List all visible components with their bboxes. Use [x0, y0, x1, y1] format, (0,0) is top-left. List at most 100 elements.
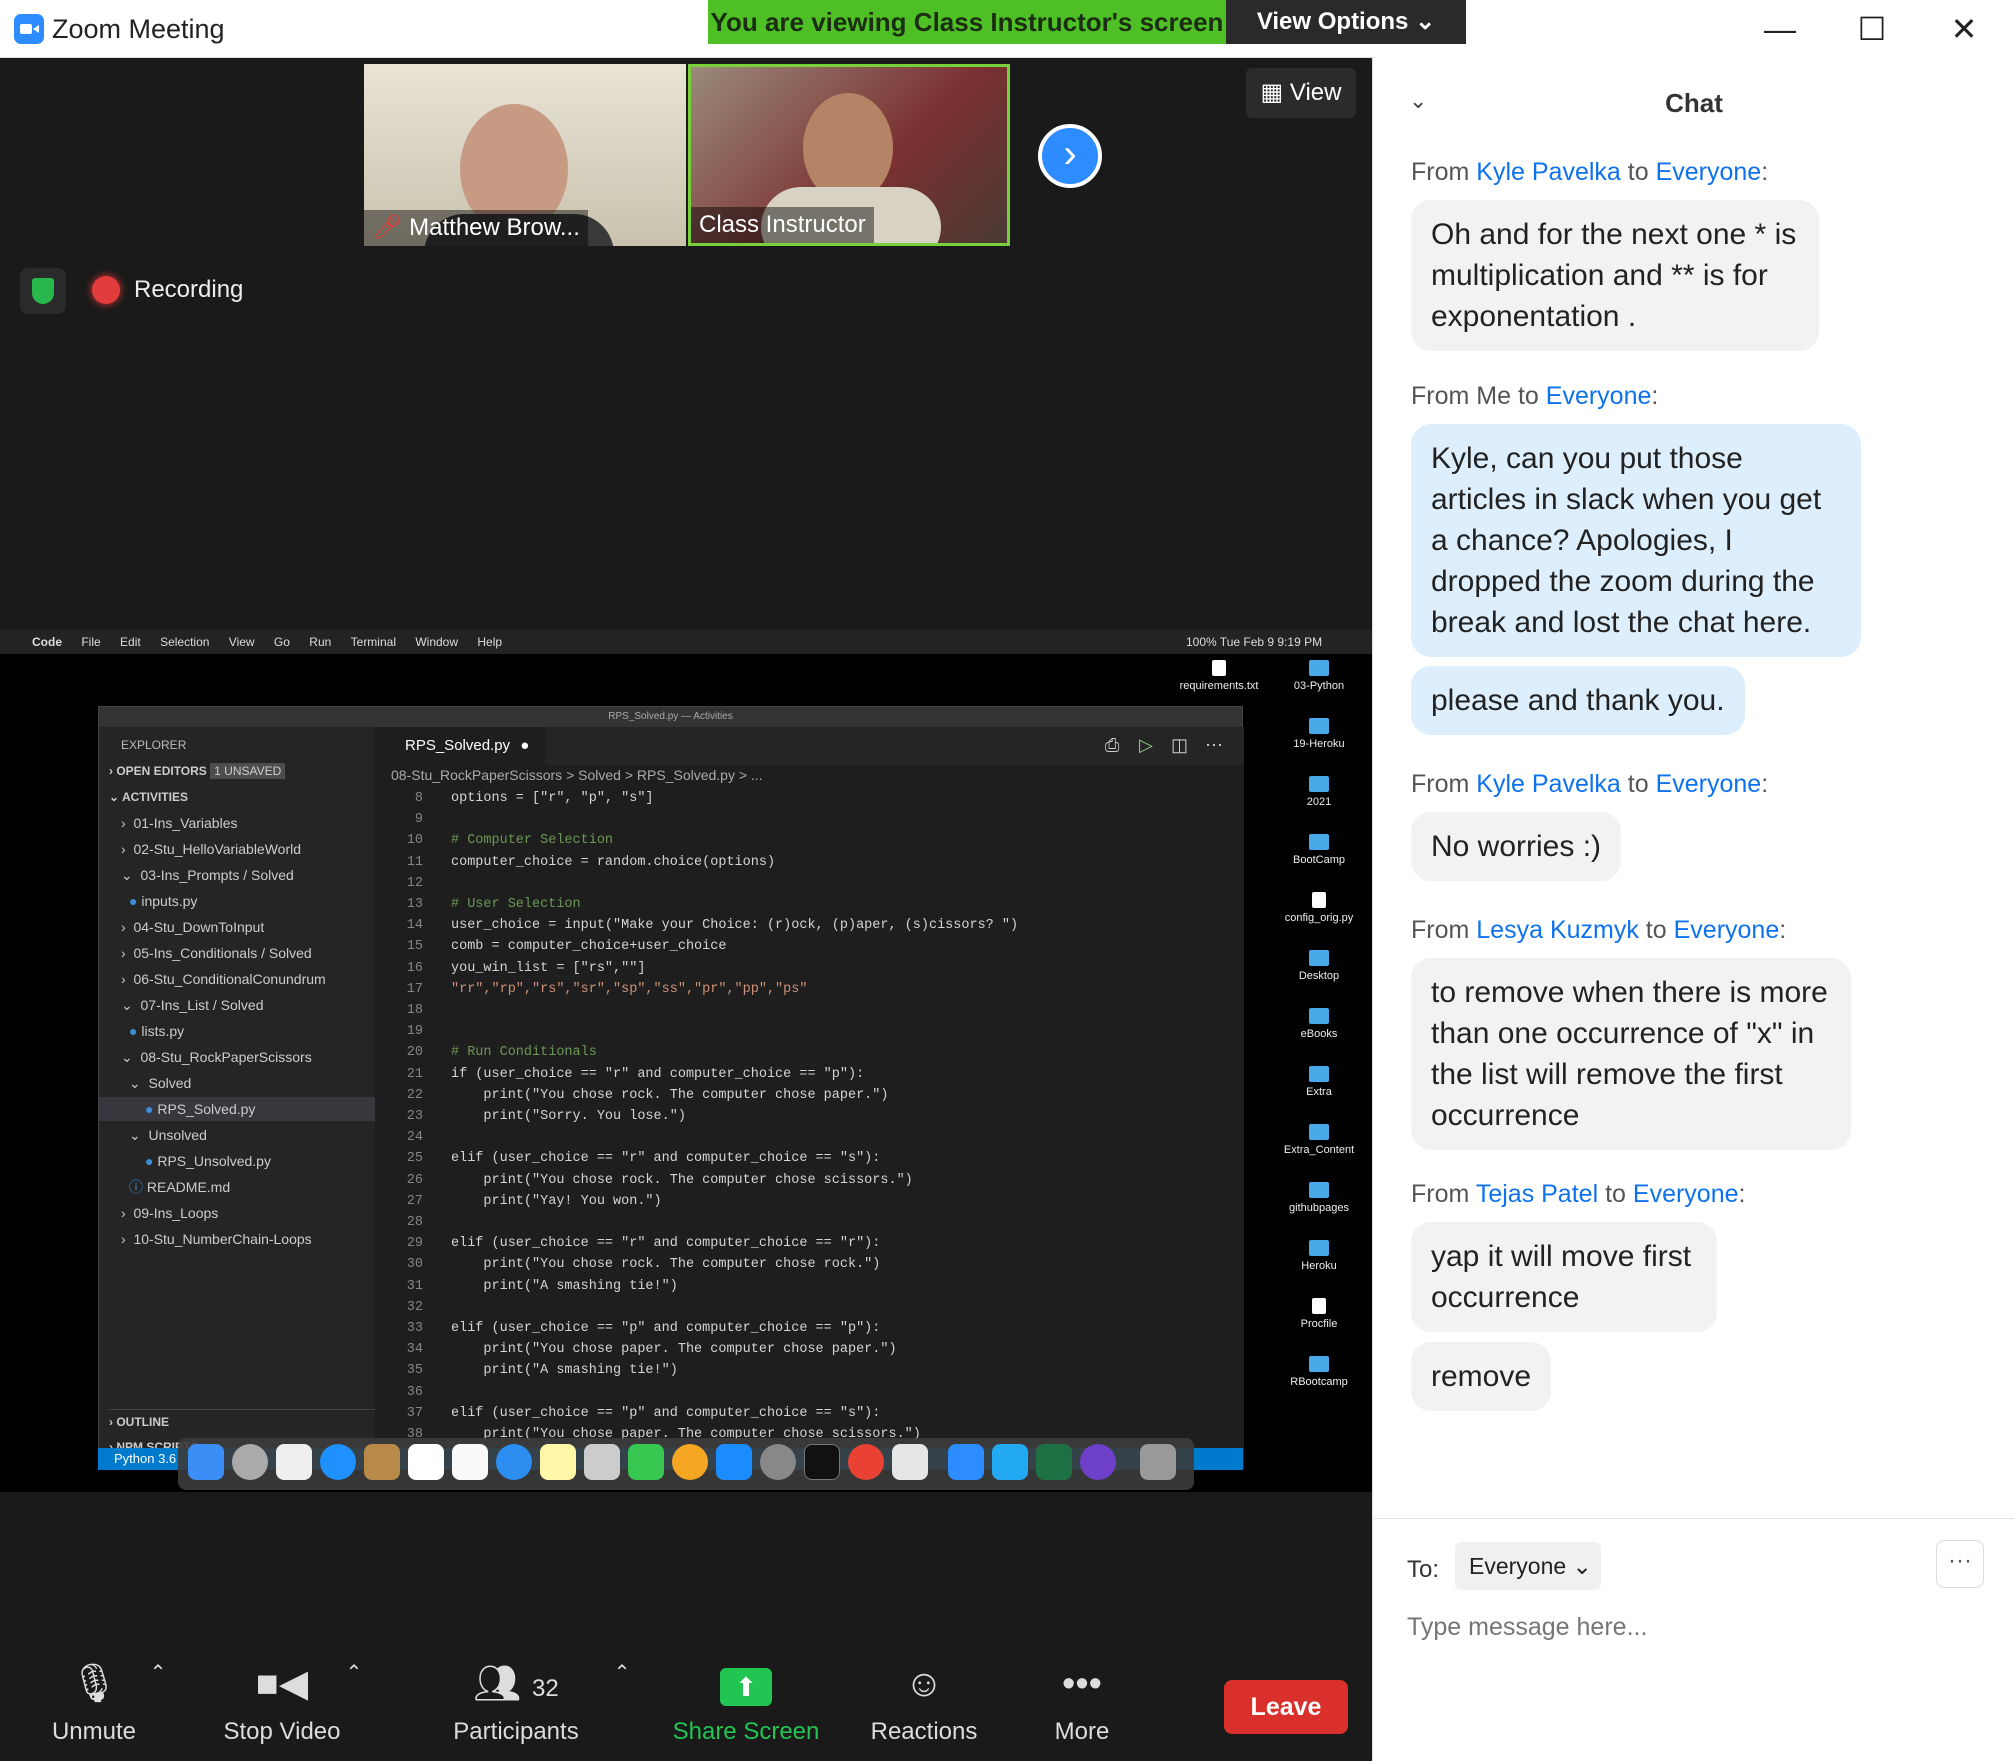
leave-button[interactable]: Leave: [1224, 1680, 1348, 1734]
menu-item: Go: [273, 635, 290, 649]
activities-section[interactable]: ⌄ ACTIVITIES: [109, 785, 188, 809]
line-number: 37: [406, 1405, 423, 1421]
recipient-name[interactable]: Everyone: [1656, 158, 1762, 186]
outline-section[interactable]: › OUTLINE: [109, 1409, 385, 1433]
tree-item[interactable]: › 01-Ins_Variables: [121, 811, 237, 835]
run-icon[interactable]: ▷: [1139, 735, 1153, 756]
participants-button[interactable]: 👥︎ 32 Participants: [446, 1660, 586, 1746]
tree-item[interactable]: ⌄ 03-Ins_Prompts / Solved: [121, 863, 294, 887]
tree-item[interactable]: › 05-Ins_Conditionals / Solved: [121, 941, 312, 965]
tree-file[interactable]: ● lists.py: [129, 1019, 184, 1043]
to-label: To:: [1407, 1556, 1440, 1583]
explorer-panel: EXPLORER › OPEN EDITORS 1 UNSAVED ⌄ ACTI…: [99, 727, 385, 1469]
video-camera-icon: ■◀: [255, 1663, 309, 1705]
tree-item[interactable]: › 06-Stu_ConditionalConundrum: [121, 967, 326, 991]
sender-name[interactable]: Lesya Kuzmyk: [1476, 916, 1639, 944]
editor-tab-bar: RPS_Solved.py ● ⎙ ▷ ◫ ⋯: [375, 727, 1244, 765]
recipient-name[interactable]: Everyone: [1656, 770, 1762, 798]
chat-message-own: please and thank you.: [1411, 666, 1745, 735]
unsaved-badge: 1 UNSAVED: [210, 763, 286, 779]
more-actions-icon[interactable]: ⋯: [1205, 735, 1223, 756]
sender-name[interactable]: Tejas Patel: [1476, 1180, 1598, 1208]
more-button[interactable]: ••• More: [1032, 1660, 1132, 1746]
print-icon[interactable]: ⎙: [1105, 735, 1119, 756]
next-page-icon[interactable]: ›: [1038, 124, 1102, 188]
line-number: 31: [406, 1278, 423, 1294]
tree-item[interactable]: › 02-Stu_HelloVariableWorld: [121, 837, 301, 861]
recipient-name[interactable]: Everyone: [1546, 382, 1652, 410]
tree-file[interactable]: ● inputs.py: [129, 889, 197, 913]
desktop-file-icon: config_orig.py: [1274, 892, 1364, 924]
zoom-window: Zoom Meeting — ☐ ✕ You are viewing Class…: [0, 0, 2014, 1761]
tree-file-selected[interactable]: ● RPS_Solved.py: [99, 1097, 375, 1121]
tree-file[interactable]: ● RPS_Unsolved.py: [145, 1149, 271, 1173]
chat-message: yap it will move first occurrence: [1411, 1222, 1717, 1332]
participants-options-caret[interactable]: ⌃: [612, 1660, 632, 1685]
tree-item[interactable]: ⌄ Unsolved: [129, 1123, 207, 1147]
divider: [1373, 1518, 2014, 1519]
reactions-label: Reactions: [870, 1718, 978, 1745]
code-line: elif (user_choice == "r" and computer_ch…: [451, 1151, 881, 1167]
tree-item[interactable]: › 09-Ins_Loops: [121, 1201, 218, 1225]
recipient-name[interactable]: Everyone: [1633, 1180, 1739, 1208]
audio-options-caret[interactable]: ⌃: [148, 1660, 168, 1685]
participant-tile[interactable]: 🎤︎ Matthew Brow...: [364, 64, 686, 246]
unmute-button[interactable]: 🎙︎ Unmute: [42, 1660, 146, 1746]
tree-item[interactable]: ⌄ Solved: [129, 1071, 191, 1095]
desktop-folder-icon: RBootcamp: [1274, 1356, 1364, 1388]
line-number: 22: [406, 1087, 423, 1103]
code-line: print("A smashing tie!"): [451, 1363, 678, 1379]
share-screen-button[interactable]: ⬆ Share Screen: [664, 1660, 828, 1746]
recipient-select[interactable]: Everyone ⌄: [1455, 1542, 1601, 1590]
maximize-button[interactable]: ☐: [1842, 8, 1902, 50]
chat-more-icon[interactable]: ···: [1936, 1540, 1984, 1588]
participant-name-bar: 🎤︎ Matthew Brow...: [364, 210, 588, 246]
code-line: print("You chose paper. The computer cho…: [451, 1342, 897, 1358]
editor-tab[interactable]: RPS_Solved.py ●: [375, 727, 545, 765]
line-number: 29: [406, 1236, 423, 1252]
tree-item[interactable]: ⌄ 07-Ins_List / Solved: [121, 993, 263, 1017]
sender-name[interactable]: Kyle Pavelka: [1476, 770, 1621, 798]
code-line: print("Yay! You won."): [451, 1193, 662, 1209]
line-number: 34: [406, 1342, 423, 1358]
participant-tile-active-speaker[interactable]: Class Instructor: [688, 64, 1010, 246]
participants-count: 32: [532, 1675, 559, 1702]
tree-item[interactable]: ⌄ 08-Stu_RockPaperScissors: [121, 1045, 312, 1069]
recording-icon: [92, 276, 120, 304]
video-options-caret[interactable]: ⌃: [344, 1660, 364, 1685]
code-line: elif (user_choice == "p" and computer_ch…: [451, 1405, 881, 1421]
tree-file[interactable]: ⓘ README.md: [129, 1175, 230, 1199]
stop-video-button[interactable]: ■◀ Stop Video: [212, 1660, 352, 1746]
explorer-header: EXPLORER: [121, 738, 187, 752]
video-area: 🎤︎ Matthew Brow... Class Instructor › ▦ …: [0, 58, 1372, 1652]
tree-item[interactable]: › 04-Stu_DownToInput: [121, 915, 264, 939]
split-editor-icon[interactable]: ◫: [1171, 735, 1188, 756]
code-editor[interactable]: RPS_Solved.py ● ⎙ ▷ ◫ ⋯ 08-Stu_RockPaper…: [375, 727, 1244, 1469]
sender-name: Me: [1476, 382, 1512, 410]
line-number: 19: [406, 1024, 423, 1040]
code-line: print("You chose rock. The computer chos…: [451, 1172, 913, 1188]
line-number: 10: [406, 833, 423, 849]
stop-video-label: Stop Video: [223, 1718, 341, 1745]
launchpad-icon: [232, 1444, 268, 1480]
desktop-folder-icon: githubpages: [1274, 1182, 1364, 1214]
view-options-button[interactable]: View Options ⌄: [1226, 0, 1466, 44]
reactions-button[interactable]: ☺︎ Reactions: [862, 1660, 986, 1746]
line-number: 33: [406, 1321, 423, 1336]
menu-item: Selection: [160, 635, 210, 649]
more-icon: •••: [1062, 1663, 1102, 1705]
open-editors-section[interactable]: › OPEN EDITORS 1 UNSAVED: [109, 759, 286, 783]
chat-message-input[interactable]: [1407, 1606, 1967, 1648]
participant-name-bar: Class Instructor: [691, 207, 874, 243]
recipient-name[interactable]: Everyone: [1674, 916, 1780, 944]
chat-message: No worries :): [1411, 812, 1622, 881]
shared-screen: Code File Edit Selection View Go Run Ter…: [0, 630, 1372, 1492]
code-line: you_win_list = ["rs",""]: [451, 960, 646, 976]
sender-name[interactable]: Kyle Pavelka: [1476, 158, 1621, 186]
minimize-button[interactable]: —: [1750, 8, 1810, 50]
view-button[interactable]: ▦ View: [1246, 68, 1356, 118]
menu-item: File: [81, 635, 101, 649]
security-shield-icon[interactable]: [20, 268, 66, 314]
close-button[interactable]: ✕: [1934, 8, 1994, 50]
tree-item[interactable]: › 10-Stu_NumberChain-Loops: [121, 1227, 312, 1251]
